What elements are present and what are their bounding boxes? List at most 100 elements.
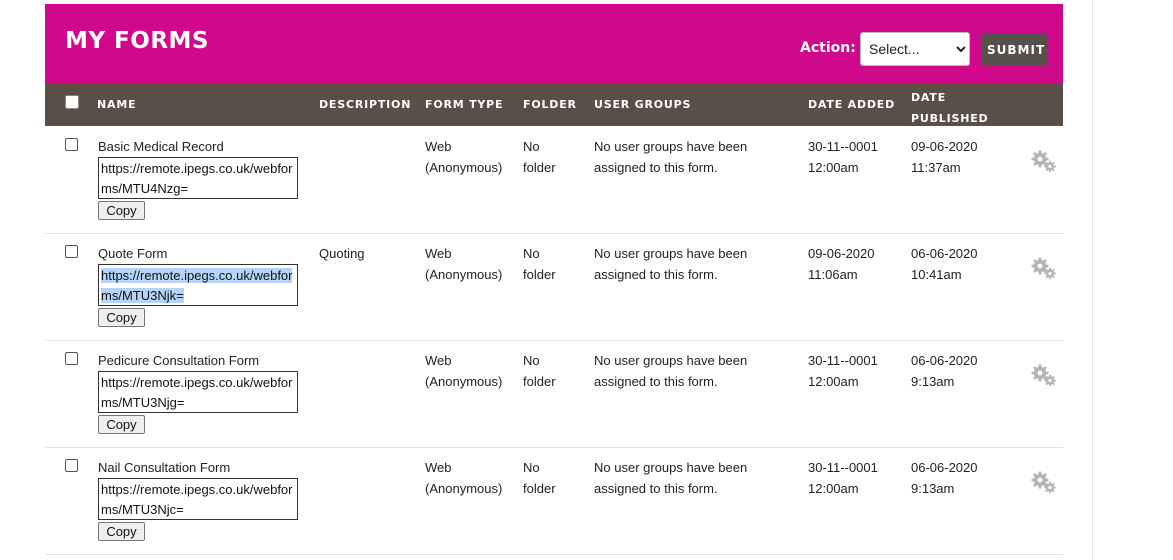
- form-date-published-time: 10:41am: [911, 267, 962, 282]
- gear-icon[interactable]: [1030, 148, 1058, 174]
- form-type-line2: (Anonymous): [425, 481, 503, 496]
- form-type-line1: Web: [425, 460, 452, 475]
- submit-button[interactable]: SUBMIT: [981, 34, 1047, 66]
- form-date-published-date: 09-06-2020: [911, 139, 978, 154]
- form-user-groups-line1: No user groups have been: [594, 353, 748, 368]
- form-date-published: 06-06-2020 9:13am: [911, 350, 1001, 392]
- copy-button[interactable]: Copy: [98, 201, 145, 220]
- form-user-groups: No user groups have been assigned to this…: [594, 350, 794, 392]
- forms-header: MY FORMS Action: Select... SUBMIT: [45, 4, 1063, 84]
- form-user-groups-line2: assigned to this form.: [594, 267, 718, 282]
- form-type: Web (Anonymous): [425, 243, 515, 285]
- column-user-groups[interactable]: USER GROUPS: [594, 98, 691, 111]
- form-date-published: 06-06-2020 10:41am: [911, 243, 1001, 285]
- form-description: Quoting: [319, 246, 365, 261]
- column-description[interactable]: DESCRIPTION: [319, 98, 411, 111]
- form-name: Basic Medical Record: [98, 139, 224, 154]
- table-row: Pedicure Consultation Form https://remot…: [45, 340, 1063, 448]
- form-folder-line1: No: [523, 139, 540, 154]
- form-url-part2: ms/MTU3Njc=: [101, 502, 184, 517]
- form-user-groups-line2: assigned to this form.: [594, 481, 718, 496]
- form-type-line1: Web: [425, 353, 452, 368]
- row-checkbox[interactable]: [65, 138, 78, 151]
- form-url-field[interactable]: https://remote.ipegs.co.uk/webfor ms/MTU3…: [98, 478, 298, 520]
- action-select[interactable]: Select...: [860, 32, 970, 66]
- form-folder-line1: No: [523, 460, 540, 475]
- form-date-published-date: 06-06-2020: [911, 353, 978, 368]
- form-url-part1: https://remote.ipegs.co.uk/webfor: [101, 482, 293, 497]
- form-folder-line1: No: [523, 353, 540, 368]
- form-date-added-time: 12:00am: [808, 160, 859, 175]
- form-url-part2: ms/MTU3Njg=: [101, 395, 185, 410]
- form-date-added: 30-11--0001 12:00am: [808, 350, 898, 392]
- form-date-added: 30-11--0001 12:00am: [808, 136, 898, 178]
- form-date-added-time: 12:00am: [808, 481, 859, 496]
- form-user-groups-line2: assigned to this form.: [594, 374, 718, 389]
- form-url-field[interactable]: https://remote.ipegs.co.uk/webfor ms/MTU3…: [98, 264, 298, 306]
- form-user-groups-line1: No user groups have been: [594, 460, 748, 475]
- form-url-part1: https://remote.ipegs.co.uk/webfor: [101, 268, 293, 283]
- select-all-checkbox[interactable]: [65, 95, 79, 109]
- form-folder-line2: folder: [523, 374, 556, 389]
- form-type: Web (Anonymous): [425, 136, 515, 178]
- copy-button[interactable]: Copy: [98, 308, 145, 327]
- form-name: Nail Consultation Form: [98, 460, 231, 475]
- form-folder: No folder: [523, 350, 573, 392]
- form-name: Quote Form: [98, 246, 168, 261]
- form-url-part2: ms/MTU4Nzg=: [101, 181, 189, 196]
- table-row: Quote Form https://remote.ipegs.co.uk/we…: [45, 233, 1063, 341]
- form-date-published-time: 11:37am: [911, 160, 961, 175]
- form-type-line2: (Anonymous): [425, 160, 503, 175]
- form-date-added-time: 12:00am: [808, 374, 859, 389]
- table-row: Basic Medical Record https://remote.ipeg…: [45, 126, 1063, 234]
- form-user-groups-line2: assigned to this form.: [594, 160, 718, 175]
- copy-button[interactable]: Copy: [98, 415, 145, 434]
- gear-icon[interactable]: [1030, 362, 1058, 388]
- form-type: Web (Anonymous): [425, 350, 515, 392]
- form-user-groups-line1: No user groups have been: [594, 139, 748, 154]
- form-date-added: 09-06-2020 11:06am: [808, 243, 898, 285]
- form-date-published-date: 06-06-2020: [911, 460, 978, 475]
- copy-button[interactable]: Copy: [98, 522, 145, 541]
- form-date-published-time: 9:13am: [911, 374, 955, 389]
- form-url-field[interactable]: https://remote.ipegs.co.uk/webfor ms/MTU3…: [98, 371, 298, 413]
- form-folder-line2: folder: [523, 267, 556, 282]
- column-date-added[interactable]: DATE ADDED: [808, 98, 895, 111]
- form-url-part1: https://remote.ipegs.co.uk/webfor: [101, 161, 293, 176]
- action-label: Action:: [800, 40, 856, 56]
- form-user-groups: No user groups have been assigned to this…: [594, 136, 794, 178]
- column-form-type[interactable]: FORM TYPE: [425, 98, 503, 111]
- gear-icon[interactable]: [1030, 255, 1058, 281]
- table-row: Nail Consultation Form https://remote.ip…: [45, 447, 1063, 555]
- form-folder: No folder: [523, 243, 573, 285]
- form-type-line2: (Anonymous): [425, 374, 503, 389]
- form-date-added-date: 30-11--0001: [808, 139, 878, 154]
- row-checkbox[interactable]: [65, 245, 78, 258]
- form-date-published: 06-06-2020 9:13am: [911, 457, 1001, 499]
- form-date-added-date: 30-11--0001: [808, 353, 878, 368]
- row-checkbox[interactable]: [65, 352, 78, 365]
- column-date-published-line1: DATE: [911, 91, 947, 104]
- form-user-groups-line1: No user groups have been: [594, 246, 748, 261]
- form-url-part2: ms/MTU3Njk=: [101, 288, 184, 303]
- form-type: Web (Anonymous): [425, 457, 515, 499]
- form-type-line1: Web: [425, 139, 452, 154]
- form-user-groups: No user groups have been assigned to this…: [594, 457, 794, 499]
- form-type-line1: Web: [425, 246, 452, 261]
- column-folder[interactable]: FOLDER: [523, 98, 577, 111]
- form-date-added-time: 11:06am: [808, 267, 858, 282]
- form-user-groups: No user groups have been assigned to this…: [594, 243, 794, 285]
- form-url-field[interactable]: https://remote.ipegs.co.uk/webfor ms/MTU4…: [98, 157, 298, 199]
- gear-icon[interactable]: [1030, 469, 1058, 495]
- column-name[interactable]: NAME: [97, 98, 136, 111]
- form-date-added: 30-11--0001 12:00am: [808, 457, 898, 499]
- form-folder: No folder: [523, 457, 573, 499]
- form-folder-line2: folder: [523, 160, 556, 175]
- form-date-added-date: 30-11--0001: [808, 460, 878, 475]
- page-divider: [1092, 0, 1093, 560]
- column-date-published[interactable]: DATE PUBLISHED: [911, 87, 988, 129]
- form-folder-line1: No: [523, 246, 540, 261]
- table-header: NAME DESCRIPTION FORM TYPE FOLDER USER G…: [45, 84, 1063, 126]
- form-type-line2: (Anonymous): [425, 267, 503, 282]
- row-checkbox[interactable]: [65, 459, 78, 472]
